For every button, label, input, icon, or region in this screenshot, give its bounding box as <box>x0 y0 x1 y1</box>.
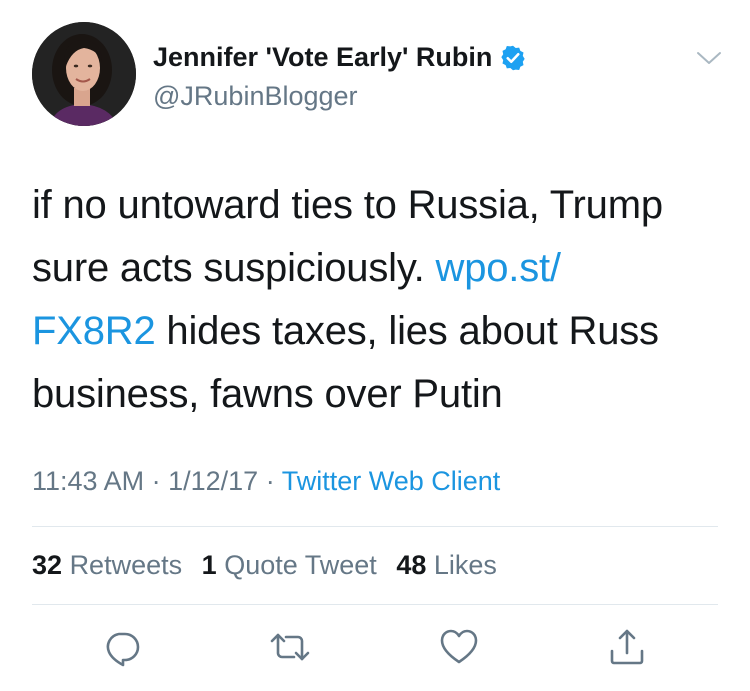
tweet-line-2: sure acts suspiciously. wpo.st/ <box>32 237 722 300</box>
tweet-text-segment: business, fawns over Putin <box>32 372 503 416</box>
meta-separator: · <box>151 466 161 496</box>
tweet-line-4: business, fawns over Putin <box>32 363 722 426</box>
meta-separator: · <box>265 466 275 496</box>
tweet-line-3: FX8R2 hides taxes, lies about Russ <box>32 300 722 363</box>
author-name-row[interactable]: Jennifer 'Vote Early' Rubin <box>153 42 527 73</box>
divider <box>32 604 718 605</box>
retweets-label: Retweets <box>69 550 183 580</box>
tweet-date[interactable]: 1/12/17 <box>168 466 258 496</box>
tweet-text-segment: sure acts suspiciously. <box>32 246 436 290</box>
retweets-stat[interactable]: 32 Retweets <box>32 550 182 580</box>
share-icon <box>610 629 644 665</box>
quotes-stat[interactable]: 1 Quote Tweet <box>202 550 377 580</box>
tweet-text: if no untoward ties to Russia, Trump sur… <box>32 174 722 426</box>
avatar[interactable] <box>32 22 136 126</box>
tweet-time[interactable]: 11:43 AM <box>32 466 144 496</box>
verified-badge-icon <box>501 45 526 70</box>
quotes-label: Quote Tweet <box>224 550 377 580</box>
likes-stat[interactable]: 48 Likes <box>396 550 497 580</box>
likes-count: 48 <box>396 550 427 580</box>
retweets-count: 32 <box>32 550 63 580</box>
author-handle[interactable]: @JRubinBlogger <box>153 81 358 112</box>
share-button[interactable] <box>605 625 649 669</box>
tweet-client[interactable]: Twitter Web Client <box>282 466 501 496</box>
tweet-text-segment: hides taxes, lies about Russ <box>155 309 659 353</box>
chevron-down-icon <box>697 52 721 64</box>
divider <box>32 526 718 527</box>
avatar-photo <box>32 22 136 126</box>
author-display-name[interactable]: Jennifer 'Vote Early' Rubin <box>153 42 492 73</box>
tweet-stats: 32 Retweets 1 Quote Tweet 48 Likes <box>32 550 509 581</box>
heart-icon <box>440 629 478 664</box>
tweet-card: Jennifer 'Vote Early' Rubin @JRubinBlogg… <box>0 0 750 691</box>
reply-button[interactable] <box>100 625 144 669</box>
tweet-link-part-2[interactable]: FX8R2 <box>32 309 156 353</box>
more-options-caret[interactable] <box>695 48 723 68</box>
tweet-meta: 11:43 AM · 1/12/17 · Twitter Web Client <box>32 466 500 497</box>
tweet-line-1: if no untoward ties to Russia, Trump <box>32 174 722 237</box>
tweet-link-part-1[interactable]: wpo.st/ <box>436 246 562 290</box>
action-bar <box>0 625 750 675</box>
likes-label: Likes <box>433 550 497 580</box>
quotes-count: 1 <box>201 550 217 580</box>
reply-icon <box>106 632 140 667</box>
retweet-button[interactable] <box>268 625 312 669</box>
retweet-icon <box>270 633 310 661</box>
tweet-text-segment: if no untoward ties to Russia, Trump <box>32 183 663 227</box>
like-button[interactable] <box>437 625 481 669</box>
